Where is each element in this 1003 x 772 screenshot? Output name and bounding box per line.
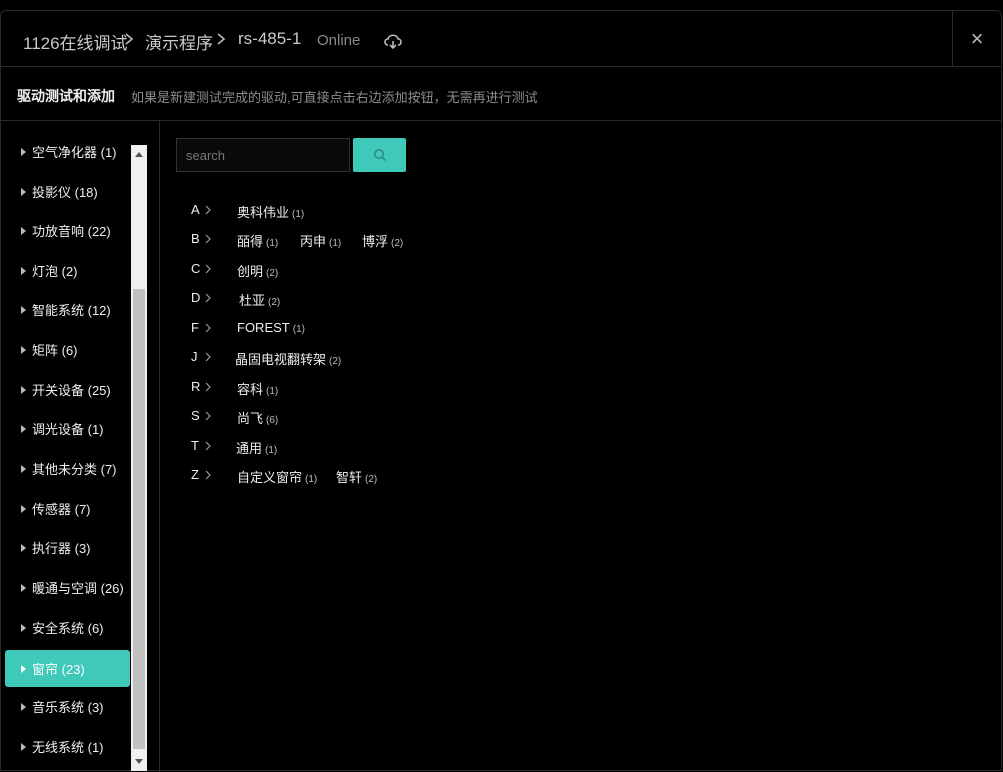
caret-right-icon xyxy=(21,543,26,552)
category-item-active[interactable]: 窗帘 (23) xyxy=(5,650,130,687)
category-sidebar: 空气净化器 (1) 投影仪 (18) 功放音响 (22) 灯泡 (2) 智能系统… xyxy=(1,121,160,772)
dialog-header: 1126在线调试 演示程序 rs-485-1 Online × xyxy=(1,11,1001,67)
category-item[interactable]: 安全系统 (6) xyxy=(5,609,130,646)
section-hint: 如果是新建测试完成的驱动,可直接点击右边添加按钮，无需再进行测试 xyxy=(131,90,538,105)
breadcrumb-port[interactable]: rs-485-1 xyxy=(238,29,301,49)
caret-right-icon xyxy=(21,702,26,711)
chevron-right-icon xyxy=(205,470,211,480)
brand-link[interactable]: 丙申 (1) xyxy=(300,231,341,250)
caret-right-icon xyxy=(21,187,26,196)
caret-right-icon xyxy=(21,742,26,751)
driver-dialog: 1126在线调试 演示程序 rs-485-1 Online × 驱动测试和添加 … xyxy=(0,10,1002,772)
category-item[interactable]: 执行器 (3) xyxy=(5,529,130,566)
caret-right-icon xyxy=(21,147,26,156)
brand-link[interactable]: 杜亚 (2) xyxy=(239,290,280,309)
search-icon xyxy=(373,149,386,162)
caret-right-icon xyxy=(21,385,26,394)
close-icon: × xyxy=(970,26,984,51)
caret-right-icon xyxy=(21,226,26,235)
scroll-down-arrow-icon[interactable] xyxy=(135,759,143,764)
brand-link[interactable]: 创明 (2) xyxy=(237,261,278,280)
category-item[interactable]: 灯泡 (2) xyxy=(5,252,130,289)
chevron-right-icon xyxy=(205,382,211,392)
category-item[interactable]: 其他未分类 (7) xyxy=(5,450,130,487)
category-item[interactable]: 调光设备 (1) xyxy=(5,410,130,447)
group-letter: A xyxy=(191,202,200,217)
caret-right-icon xyxy=(21,664,26,673)
chevron-right-icon xyxy=(205,264,211,274)
status-badge: Online xyxy=(317,32,361,49)
category-item[interactable]: 暖通与空调 (26) xyxy=(5,569,130,606)
category-item[interactable]: 空气净化器 (1) xyxy=(5,133,130,170)
category-item[interactable]: 无线系统 (1) xyxy=(5,728,130,765)
group-letter: F xyxy=(191,320,199,335)
group-letter: B xyxy=(191,231,200,246)
caret-right-icon xyxy=(21,583,26,592)
caret-right-icon xyxy=(21,345,26,354)
section-title: 驱动测试和添加 xyxy=(17,88,115,104)
group-letter: R xyxy=(191,379,201,394)
caret-right-icon xyxy=(21,305,26,314)
category-item[interactable]: 智能系统 (12) xyxy=(5,291,130,328)
brand-link[interactable]: 自定义窗帘 (1) xyxy=(237,467,317,486)
group-letter: J xyxy=(191,349,198,364)
search-input[interactable] xyxy=(176,138,350,172)
scroll-thumb[interactable] xyxy=(133,289,145,749)
brand-link[interactable]: FOREST (1) xyxy=(237,320,305,335)
breadcrumb-program[interactable]: 演示程序 xyxy=(145,29,213,54)
group-letter: Z xyxy=(191,467,199,482)
group-letter: D xyxy=(191,290,201,305)
chevron-right-icon xyxy=(205,293,211,303)
category-item[interactable]: 功放音响 (22) xyxy=(5,212,130,249)
category-item[interactable]: 投影仪 (18) xyxy=(5,173,130,210)
driver-test-bar: 驱动测试和添加 如果是新建测试完成的驱动,可直接点击右边添加按钮，无需再进行测试 xyxy=(1,67,1001,121)
brand-link[interactable]: 通用 (1) xyxy=(236,438,277,457)
brand-link[interactable]: 博浮 (2) xyxy=(362,231,403,250)
scroll-up-arrow-icon[interactable] xyxy=(135,152,143,157)
cloud-sync-icon[interactable] xyxy=(382,31,404,51)
breadcrumb-project[interactable]: 1126在线调试 xyxy=(23,29,128,54)
brand-link[interactable]: 智轩 (2) xyxy=(336,467,377,486)
chevron-right-icon xyxy=(205,441,211,451)
category-item[interactable]: 音乐系统 (3) xyxy=(5,688,130,725)
chevron-right-icon xyxy=(205,323,211,333)
chevron-right-icon xyxy=(205,352,211,362)
chevron-right-icon xyxy=(205,234,211,244)
chevron-right-icon xyxy=(205,205,211,215)
brand-link[interactable]: 皕得 (1) xyxy=(237,231,278,250)
caret-right-icon xyxy=(21,424,26,433)
close-button[interactable]: × xyxy=(952,11,1001,67)
group-letter: T xyxy=(191,438,199,453)
caret-right-icon xyxy=(21,266,26,275)
brand-link[interactable]: 尚飞 (6) xyxy=(237,408,278,427)
caret-right-icon xyxy=(21,623,26,632)
search-button[interactable] xyxy=(353,138,406,172)
category-item[interactable]: 开关设备 (25) xyxy=(5,371,130,408)
brand-link[interactable]: 容科 (1) xyxy=(237,379,278,398)
category-item[interactable]: 矩阵 (6) xyxy=(5,331,130,368)
sidebar-scrollbar[interactable] xyxy=(131,145,147,771)
category-item[interactable]: 传感器 (7) xyxy=(5,490,130,527)
caret-right-icon xyxy=(21,464,26,473)
chevron-right-icon xyxy=(205,411,211,421)
caret-right-icon xyxy=(21,504,26,513)
group-letter: S xyxy=(191,408,200,423)
group-letter: C xyxy=(191,261,201,276)
chevron-right-icon xyxy=(217,33,226,45)
chevron-right-icon xyxy=(125,33,134,45)
brand-link[interactable]: 奥科伟业 (1) xyxy=(237,202,304,221)
brand-link[interactable]: 晶固电视翻转架 (2) xyxy=(235,349,341,368)
